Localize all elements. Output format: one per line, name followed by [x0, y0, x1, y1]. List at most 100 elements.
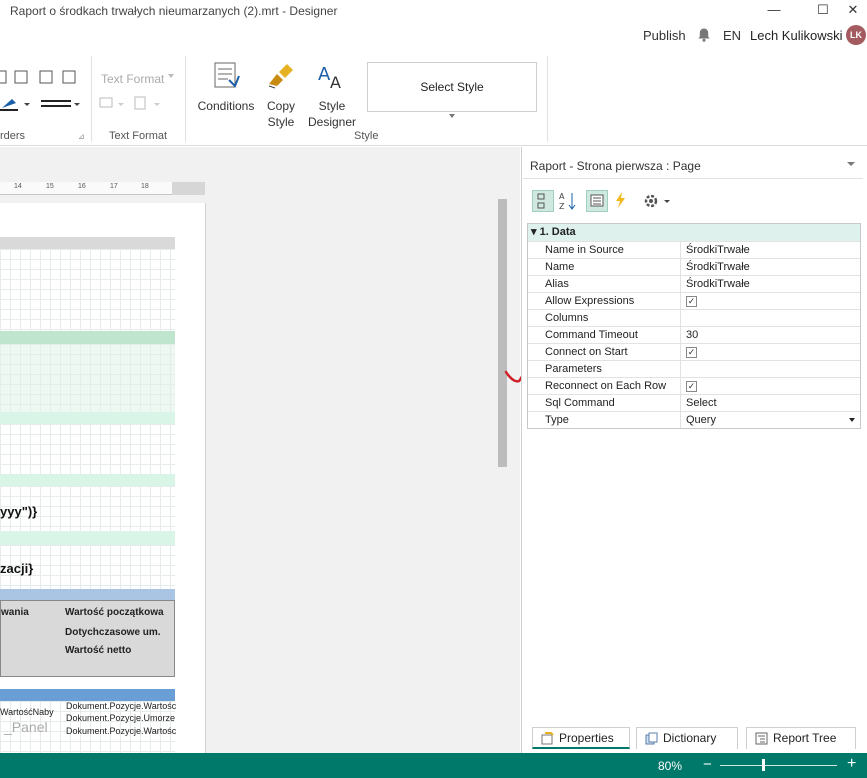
data-cell[interactable]: Dokument.Pozycje.Wartośc — [66, 701, 176, 711]
property-category[interactable]: ▾ 1. Data — [528, 224, 860, 241]
avatar[interactable]: LK — [846, 25, 866, 45]
select-style-gallery[interactable]: Select Style — [367, 62, 537, 112]
data-cell[interactable]: Dokument.Pozycje.Wartośc — [66, 726, 176, 736]
checkbox-checked[interactable]: ✓ — [686, 296, 697, 307]
maximize-button[interactable]: ☐ — [806, 0, 840, 22]
header-cell[interactable]: Wartość netto — [65, 645, 131, 656]
property-row-type[interactable]: Type Query — [528, 411, 860, 428]
property-value[interactable] — [686, 361, 860, 377]
language-selector[interactable]: EN — [723, 28, 741, 43]
group-header-band-2[interactable] — [0, 474, 175, 486]
property-value[interactable]: 30 — [686, 327, 860, 343]
borders-launcher-icon[interactable]: ⊿ — [78, 132, 85, 141]
report-band[interactable] — [0, 249, 175, 331]
report-page[interactable]: yyy")} zacji} wania Wartość początkowa D… — [0, 203, 206, 753]
format-icons[interactable] — [98, 96, 162, 112]
property-value[interactable]: ŚrodkiTrwałe — [686, 242, 860, 258]
property-value[interactable] — [686, 310, 860, 326]
group-band[interactable] — [0, 424, 175, 474]
publish-button[interactable]: Publish — [643, 28, 686, 43]
property-row-columns[interactable]: Columns — [528, 309, 860, 326]
alphabetical-sort-button[interactable]: A Z — [557, 190, 579, 212]
ribbon-separator — [185, 56, 186, 142]
data-band-header[interactable] — [0, 331, 175, 344]
expression-text[interactable]: yyy")} — [0, 504, 37, 519]
events-view-button[interactable] — [611, 190, 633, 212]
property-row-reconnect-on-each-row[interactable]: Reconnect on Each Row ✓ — [528, 377, 860, 394]
header-cell[interactable]: Dotychczasowe um. — [65, 627, 161, 638]
header-cell[interactable]: wania — [1, 607, 29, 618]
group-header-band-3[interactable] — [0, 531, 175, 545]
property-row-parameters[interactable]: Parameters — [528, 360, 860, 377]
tab-report-tree[interactable]: Report Tree — [746, 727, 856, 749]
data-cell[interactable]: WartośćNaby — [0, 707, 54, 717]
chevron-down-icon[interactable] — [847, 162, 855, 166]
zoom-out-button[interactable]: − — [703, 756, 712, 773]
property-name: Type — [528, 412, 681, 428]
property-row-allow-expressions[interactable]: Allow Expressions ✓ — [528, 292, 860, 309]
property-row-name-in-source[interactable]: Name in Source ŚrodkiTrwałe — [528, 241, 860, 258]
title-bar: Raport o środkach trwałych nieumarzanych… — [0, 0, 867, 24]
data-band-header-2[interactable] — [0, 689, 175, 701]
text-band[interactable]: yyy")} — [0, 486, 175, 531]
group-header-band[interactable] — [0, 412, 175, 424]
property-name: Command Timeout — [528, 327, 681, 343]
data-cell[interactable]: Dokument.Pozycje.Umorze — [66, 713, 175, 723]
property-row-connect-on-start[interactable]: Connect on Start ✓ — [528, 343, 860, 360]
gear-icon — [644, 194, 670, 208]
zoom-slider-thumb[interactable] — [762, 759, 765, 771]
collapse-icon[interactable]: ▾ — [531, 226, 540, 238]
property-value[interactable]: ŚrodkiTrwałe — [686, 276, 860, 292]
tab-label: Dictionary — [663, 731, 717, 745]
properties-view-button[interactable] — [586, 190, 608, 212]
text-band-2[interactable]: zacji} — [0, 545, 175, 589]
style-designer-button[interactable]: A A Style Designer — [306, 60, 358, 130]
zoom-slider[interactable] — [720, 765, 837, 766]
expression-text[interactable]: zacji} — [0, 561, 33, 576]
property-row-name[interactable]: Name ŚrodkiTrwałe — [528, 258, 860, 275]
header-cell[interactable]: Wartość początkowa — [65, 607, 164, 618]
ruler-tick: 15 — [46, 183, 54, 190]
column-header-band[interactable] — [0, 589, 175, 600]
tab-dictionary[interactable]: Dictionary — [636, 727, 738, 749]
categorized-icon — [537, 193, 545, 209]
ribbon-separator — [91, 56, 92, 142]
property-row-command-timeout[interactable]: Command Timeout 30 — [528, 326, 860, 343]
status-bar: 80% − + — [0, 753, 867, 778]
categorized-view-button[interactable] — [532, 190, 554, 212]
settings-button[interactable] — [640, 190, 672, 212]
category-label: 1. Data — [539, 226, 576, 238]
ruler-tick: 17 — [110, 183, 118, 190]
user-name[interactable]: Lech Kulikowski — [750, 28, 843, 43]
bell-icon[interactable] — [696, 27, 712, 43]
property-value-dropdown[interactable]: Query — [686, 412, 860, 428]
border-style-icons[interactable] — [0, 96, 80, 112]
copy-style-label-2: Style — [267, 115, 295, 129]
lightning-icon — [616, 192, 625, 208]
designer-canvas[interactable]: 14 15 16 17 18 yyy")} zacji} wania Warto… — [0, 147, 539, 753]
property-value[interactable]: ŚrodkiTrwałe — [686, 259, 860, 275]
svg-text:A: A — [559, 192, 565, 201]
border-sides-icons[interactable] — [0, 70, 80, 86]
vertical-scrollbar[interactable] — [498, 199, 507, 467]
property-row-alias[interactable]: Alias ŚrodkiTrwałe — [528, 275, 860, 292]
zoom-in-button[interactable]: + — [847, 755, 856, 773]
copy-style-button[interactable]: Copy Style — [260, 60, 302, 130]
conditions-button[interactable]: Conditions — [196, 60, 256, 114]
property-row-sql-command[interactable]: Sql Command Select — [528, 394, 860, 411]
checkbox-checked[interactable]: ✓ — [686, 347, 697, 358]
property-name: Allow Expressions — [528, 293, 681, 309]
page-header-band[interactable] — [0, 237, 175, 249]
column-header-panel[interactable]: wania Wartość początkowa Dotychczasowe u… — [0, 600, 175, 677]
component-selector[interactable]: Raport - Strona pierwsza : Page — [523, 149, 863, 179]
checkbox-checked[interactable]: ✓ — [686, 381, 697, 392]
chevron-down-icon[interactable] — [849, 418, 855, 422]
data-band[interactable] — [0, 344, 175, 412]
text-format-dropdown[interactable]: Text Format — [101, 72, 164, 86]
detail-band[interactable]: WartośćNaby _Panel Dokument.Pozycje.Wart… — [0, 701, 176, 753]
minimize-button[interactable]: — — [757, 0, 791, 22]
tab-properties[interactable]: Properties — [532, 727, 630, 749]
property-value[interactable]: Select — [686, 395, 860, 411]
chevron-down-icon[interactable] — [449, 114, 455, 118]
close-button[interactable]: ✕ — [836, 0, 867, 22]
